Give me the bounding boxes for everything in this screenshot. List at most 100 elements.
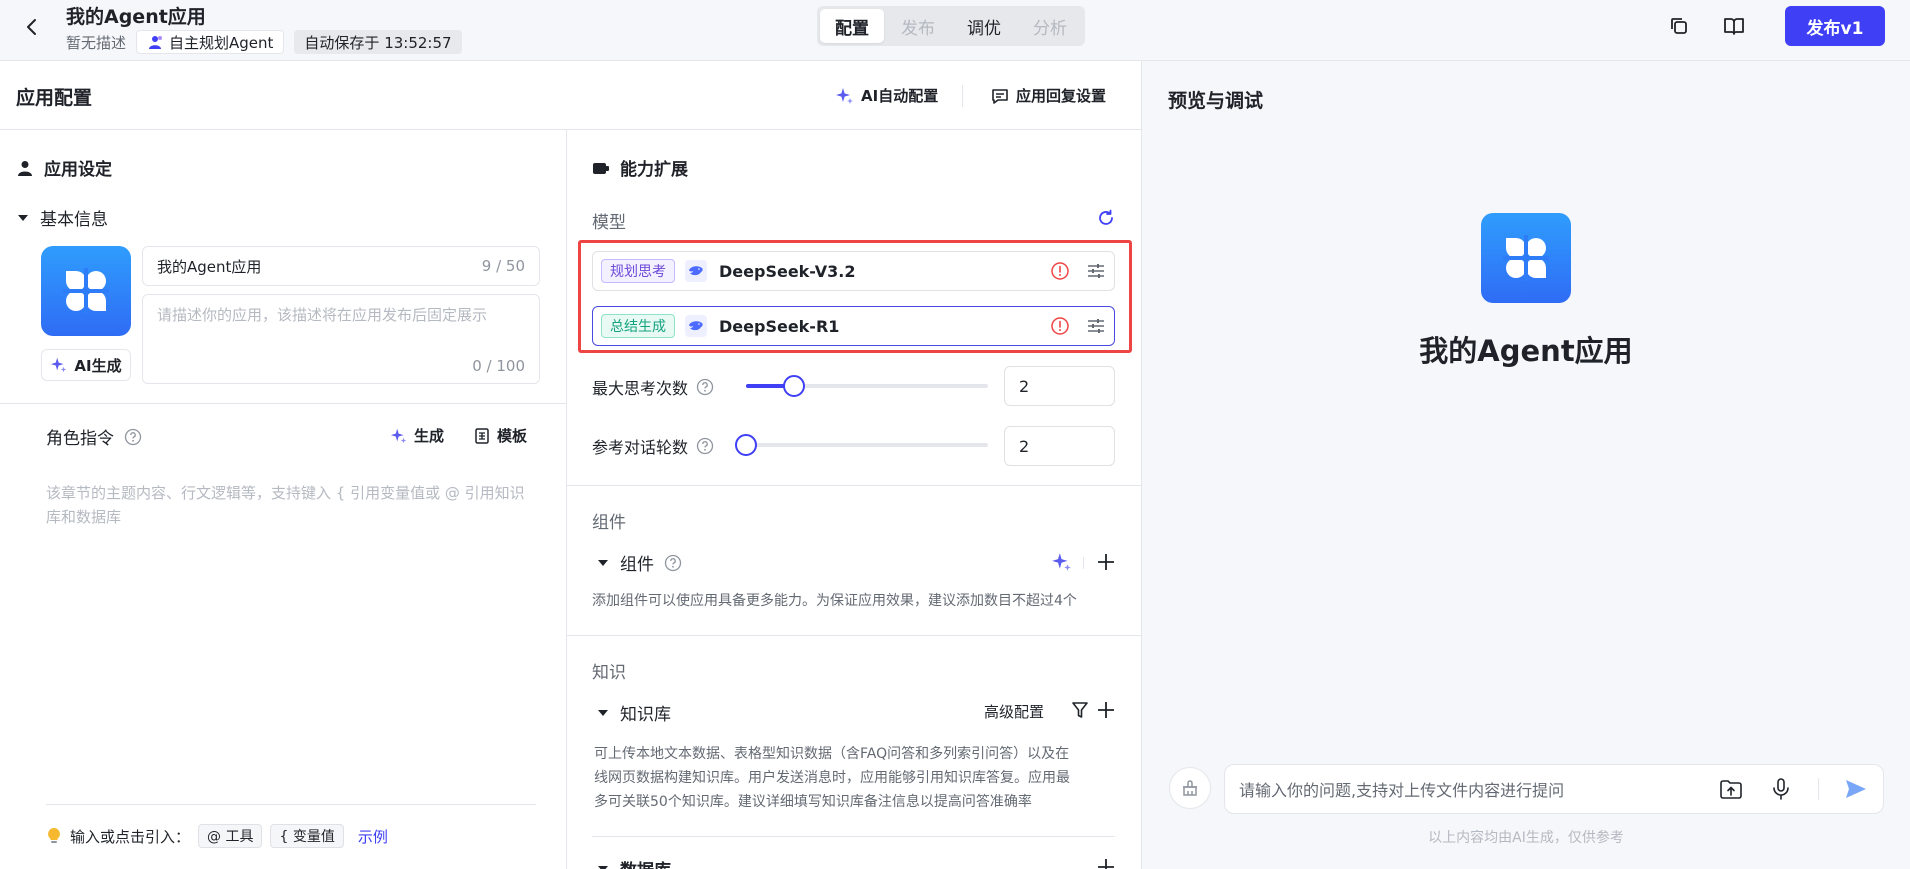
reply-settings-button[interactable]: 应用回复设置 — [990, 85, 1106, 106]
ref-rounds-label: 参考对话轮数 — [592, 438, 689, 457]
sparkle-icon — [50, 356, 68, 374]
basic-info-toggle[interactable]: 基本信息 — [16, 205, 108, 230]
config-title: 应用配置 — [16, 87, 93, 109]
role-instruction-title: 角色指令 — [46, 429, 114, 449]
app-avatar[interactable] — [41, 246, 131, 336]
ref-rounds-label-group: 参考对话轮数 — [592, 434, 714, 458]
settings-sliders-icon[interactable] — [1086, 316, 1106, 336]
clear-chat-button[interactable] — [1169, 767, 1211, 809]
upload-file-icon[interactable] — [1718, 776, 1744, 802]
kb-desc-line: 可上传本地文本数据、表格型知识数据（含FAQ问答和多列索引问答）以及在 — [594, 746, 1070, 762]
template-button[interactable]: 模板 — [473, 425, 527, 446]
generate-label: 生成 — [414, 427, 445, 445]
ref-rounds-input[interactable]: 2 — [1004, 426, 1115, 466]
preview-app-name: 我的Agent应用 — [1419, 334, 1633, 368]
kb-desc-line: 线网页数据构建知识库。用户发送消息时，应用能够引用知识库答复。应用最 — [594, 770, 1070, 786]
help-icon[interactable] — [696, 378, 714, 396]
kb-advanced-config-button[interactable]: 高级配置 — [984, 701, 1044, 722]
ai-auto-config-button[interactable]: AI自动配置 — [835, 85, 938, 106]
max-think-label: 最大思考次数 — [592, 379, 689, 398]
user-icon — [16, 159, 34, 177]
lightbulb-icon — [46, 827, 62, 845]
app-description[interactable]: 暂无描述 — [66, 32, 126, 53]
insert-hint-row: 输入或点击引入： @ 工具 { 变量值 示例 — [46, 824, 388, 848]
agent-type-tag: 自主规划Agent — [136, 30, 285, 54]
model-row-planning[interactable]: 规划思考 DeepSeek-V3.2 — [592, 251, 1115, 291]
filter-icon[interactable] — [1070, 699, 1090, 721]
basic-info-title: 基本信息 — [40, 210, 108, 230]
help-icon[interactable] — [664, 554, 682, 572]
mode-tabs: 配置 发布 调优 分析 — [817, 6, 1085, 46]
section-divider — [567, 485, 1141, 486]
clover-logo-icon — [1503, 235, 1549, 281]
knowledge-base-toggle[interactable]: 知识库 — [596, 700, 671, 725]
model-role-tag: 总结生成 — [601, 314, 675, 338]
caret-down-icon — [596, 862, 610, 869]
kb-desc-line: 多可关联50个知识库。建议详细填写知识库备注信息以提高问答准确率 — [594, 794, 1032, 810]
max-think-slider[interactable] — [746, 375, 988, 397]
model-role-tag: 规划思考 — [601, 259, 675, 283]
app-title: 我的Agent应用 — [66, 6, 206, 28]
database-toggle[interactable]: 数据库 — [596, 856, 671, 869]
insert-tool-chip[interactable]: @ 工具 — [198, 824, 263, 848]
model-label: 模型 — [592, 213, 626, 233]
section-divider — [567, 635, 1141, 636]
app-name-input[interactable]: 我的Agent应用 9 / 50 — [142, 246, 540, 286]
section-divider — [0, 403, 566, 404]
max-think-input[interactable]: 2 — [1004, 366, 1115, 406]
deepseek-whale-icon — [685, 315, 707, 337]
warning-icon[interactable] — [1050, 316, 1070, 336]
caret-down-icon — [596, 556, 610, 570]
sparkle-icon — [835, 86, 855, 106]
preview-title: 预览与调试 — [1168, 90, 1264, 112]
description-counter: 0 / 100 — [472, 357, 525, 375]
ref-rounds-slider[interactable] — [735, 434, 988, 456]
components-heading: 组件 — [592, 513, 626, 533]
example-link[interactable]: 示例 — [358, 826, 388, 847]
description-placeholder: 请描述你的应用，该描述将在应用发布后固定展示 — [157, 306, 488, 324]
help-icon[interactable] — [696, 437, 714, 455]
send-icon[interactable] — [1843, 776, 1869, 802]
warning-icon[interactable] — [1050, 261, 1070, 281]
tab-tune[interactable]: 调优 — [952, 9, 1016, 43]
insert-hint-label: 输入或点击引入： — [70, 827, 191, 846]
generate-button[interactable]: 生成 — [390, 425, 444, 446]
capabilities-title: 能力扩展 — [620, 160, 688, 180]
chat-input[interactable]: 请输入你的问题,支持对上传文件内容进行提问 — [1224, 764, 1884, 814]
ai-generate-button[interactable]: AI生成 — [41, 349, 131, 381]
help-icon[interactable] — [124, 428, 142, 446]
name-counter: 9 / 50 — [481, 257, 525, 275]
template-label: 模板 — [497, 427, 528, 445]
add-database-plus-icon[interactable] — [1095, 856, 1117, 869]
role-instruction-editor[interactable]: 该章节的主题内容、行文逻辑等，支持键入 { 引用变量值或 @ 引用知识库和数据库 — [46, 481, 536, 529]
header-divider — [962, 85, 963, 107]
tab-publish[interactable]: 发布 — [886, 9, 950, 43]
microphone-icon[interactable] — [1768, 776, 1794, 802]
chat-divider — [1818, 778, 1819, 800]
tab-analysis[interactable]: 分析 — [1018, 9, 1082, 43]
settings-sliders-icon[interactable] — [1086, 261, 1106, 281]
config-header: 应用配置 AI自动配置 应用回复设置 — [0, 61, 1141, 130]
app-description-input[interactable]: 请描述你的应用，该描述将在应用发布后固定展示 0 / 100 — [142, 294, 540, 384]
refresh-icon[interactable] — [1096, 208, 1116, 228]
components-description: 添加组件可以使应用具备更多能力。为保证应用效果，建议添加数目不超过4个 — [592, 593, 1077, 609]
app-settings-heading: 应用设定 — [16, 155, 112, 180]
insert-variable-chip[interactable]: { 变量值 — [270, 824, 344, 848]
book-icon[interactable] — [1722, 14, 1746, 38]
reply-settings-label: 应用回复设置 — [1016, 87, 1107, 105]
slider-thumb[interactable] — [783, 375, 806, 397]
add-knowledge-plus-icon[interactable] — [1095, 699, 1117, 721]
plugin-icon — [592, 159, 610, 177]
slider-thumb[interactable] — [735, 434, 757, 456]
components-toggle[interactable]: 组件 — [596, 550, 682, 575]
top-bar: 我的Agent应用 暂无描述 自主规划Agent 自动保存于 13:52:57 … — [0, 0, 1910, 61]
tab-config[interactable]: 配置 — [820, 9, 884, 43]
copy-icon[interactable] — [1667, 14, 1691, 38]
add-component-plus-icon[interactable] — [1095, 551, 1117, 573]
publish-button[interactable]: 发布v1 — [1785, 6, 1885, 46]
ai-sparkle-icon[interactable] — [1051, 551, 1073, 573]
app-name-value: 我的Agent应用 — [157, 257, 262, 276]
ai-auto-config-label: AI自动配置 — [861, 87, 939, 105]
back-arrow-icon[interactable] — [20, 15, 44, 39]
model-row-summary[interactable]: 总结生成 DeepSeek-R1 — [592, 306, 1115, 346]
